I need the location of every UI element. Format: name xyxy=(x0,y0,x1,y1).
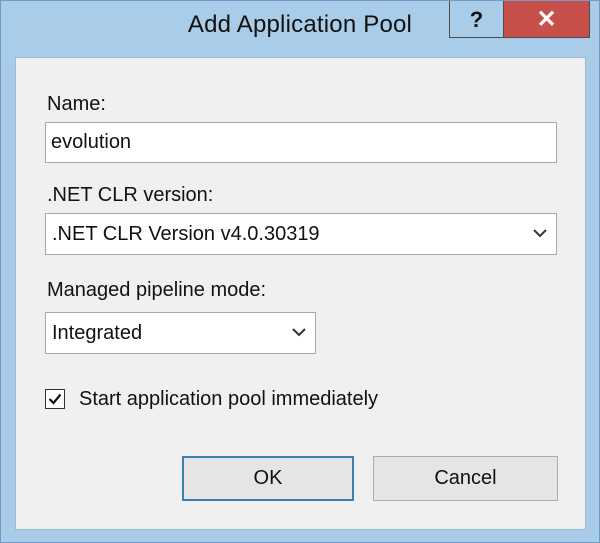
name-label: Name: xyxy=(47,93,106,115)
pipeline-mode-value: Integrated xyxy=(52,322,143,344)
question-mark-icon: ? xyxy=(469,7,484,32)
start-immediately-label: Start application pool immediately xyxy=(79,388,379,410)
chevron-down-icon xyxy=(292,328,306,337)
start-immediately-checkbox[interactable] xyxy=(45,389,65,409)
clr-version-label: .NET CLR version: xyxy=(47,184,214,206)
ok-button[interactable]: OK xyxy=(182,456,354,501)
clr-version-select[interactable]: .NET CLR Version v4.0.30319 xyxy=(45,213,557,255)
clr-version-value: .NET CLR Version v4.0.30319 xyxy=(52,223,320,245)
chevron-down-icon xyxy=(533,229,547,238)
dialog-body: Name: .NET CLR version: .NET CLR Version… xyxy=(15,57,586,530)
close-icon: ✕ xyxy=(536,6,557,33)
close-button[interactable]: ✕ xyxy=(504,1,590,38)
pipeline-mode-label: Managed pipeline mode: xyxy=(47,279,267,301)
checkmark-icon xyxy=(48,393,62,405)
dialog-window: Add Application Pool ? ✕ Name: .NET CLR … xyxy=(0,0,600,543)
help-button[interactable]: ? xyxy=(449,1,504,38)
title-bar[interactable]: Add Application Pool ? ✕ xyxy=(1,1,599,42)
name-input[interactable] xyxy=(45,122,557,163)
cancel-button[interactable]: Cancel xyxy=(373,456,558,501)
pipeline-mode-select[interactable]: Integrated xyxy=(45,312,316,354)
